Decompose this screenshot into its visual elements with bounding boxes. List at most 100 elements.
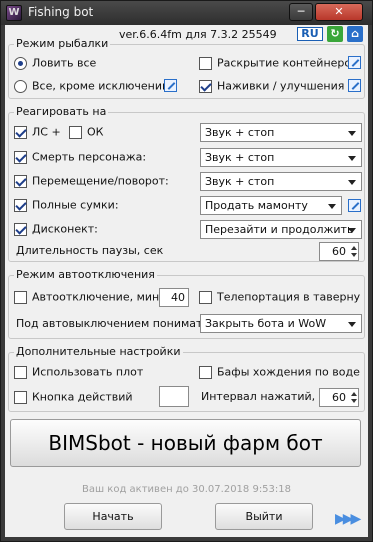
pause-duration-spinner[interactable]: 60 (319, 242, 359, 261)
checkbox-indicator[interactable] (199, 365, 212, 379)
close-button[interactable]: ✕ (315, 3, 363, 21)
ls-action-value: Звук + стоп (205, 126, 275, 139)
bags-label: Полные сумки: (32, 198, 119, 212)
all-except-label: Все, кроме исключений (32, 79, 170, 93)
autooff-group: Режим автоотключения Автоотключение, мин… (8, 268, 365, 339)
react-legend: Реагировать на (14, 105, 109, 118)
pause-duration-value: 60 (332, 245, 346, 258)
chevron-down-icon (348, 131, 356, 136)
disconnect-checkbox[interactable]: Дисконект: (14, 222, 98, 236)
checkbox-indicator[interactable] (14, 174, 27, 188)
teleport-label: Телепортация в таверну (217, 290, 361, 304)
ok-label: ОК (87, 125, 104, 139)
move-label: Перемещение/поворот: (32, 174, 169, 188)
bimsbot-banner-button[interactable]: BIMSbot - новый фарм бот (10, 419, 361, 467)
edit-baits-icon[interactable] (348, 79, 361, 92)
chevron-down-icon (328, 204, 336, 209)
minimize-button[interactable]: ─ (289, 3, 313, 21)
title-bar[interactable]: W Fishing bot ─ ✕ (1, 1, 372, 25)
checkbox-indicator[interactable] (69, 125, 82, 139)
exit-button[interactable]: Выйти (215, 503, 313, 530)
all-except-radio[interactable]: Все, кроме исключений (14, 79, 169, 93)
autooff-legend: Режим автоотключения (14, 268, 157, 281)
fishing-mode-legend: Режим рыбалки (14, 37, 111, 50)
open-containers-checkbox[interactable]: Раскрытие контейнеров (199, 56, 358, 70)
version-text: ver.6.6.4fm для 7.3.2 25549 (119, 28, 277, 41)
action-button-label: Кнопка действий (32, 390, 133, 404)
window-title: Fishing bot (28, 5, 94, 19)
action-key-input[interactable] (159, 386, 189, 407)
checkbox-indicator[interactable] (14, 222, 27, 236)
auto-off-minutes-input[interactable]: 40 (159, 288, 189, 307)
checkbox-indicator[interactable] (14, 125, 27, 139)
spin-up-icon[interactable] (351, 392, 357, 396)
checkbox-indicator[interactable] (14, 390, 27, 404)
app-logo-icon: W (6, 5, 22, 21)
bags-checkbox[interactable]: Полные сумки: (14, 198, 119, 212)
baits-label: Наживки / улучшения (217, 79, 345, 93)
action-button-checkbox[interactable]: Кнопка действий (14, 390, 133, 404)
extra-legend: Дополнительные настройки (14, 345, 183, 358)
spin-down-icon[interactable] (351, 399, 357, 403)
checkbox-indicator[interactable] (199, 290, 212, 304)
move-action-select[interactable]: Звук + стоп (200, 172, 362, 191)
move-action-value: Звук + стоп (205, 175, 275, 188)
spin-up-icon[interactable] (351, 246, 357, 250)
interval-value: 60 (332, 391, 346, 404)
checkbox-indicator[interactable] (14, 150, 27, 164)
bags-action-select[interactable]: Продать мамонту (200, 196, 342, 215)
checkbox-indicator[interactable] (199, 56, 212, 70)
interval-label: Интервал нажатий, с (201, 390, 325, 403)
edit-exceptions-icon[interactable] (164, 79, 177, 92)
disconnect-action-value: Перезайти и продолжить (205, 223, 354, 236)
checkbox-indicator[interactable] (14, 290, 27, 304)
autooff-meaning-label: Под автовыключением понимать (16, 317, 209, 330)
home-icon[interactable]: ⌂ (347, 26, 363, 42)
death-action-select[interactable]: Звук + стоп (200, 148, 362, 167)
chevron-down-icon (348, 322, 356, 327)
checkbox-indicator[interactable] (199, 79, 212, 93)
spin-down-icon[interactable] (351, 253, 357, 257)
chevron-down-icon (348, 156, 356, 161)
water-walk-label: Бафы хождения по воде (217, 365, 360, 379)
refresh-icon[interactable]: ↻ (327, 26, 343, 42)
pause-label: Длительность паузы, сек (16, 244, 164, 257)
edit-bags-icon[interactable] (348, 199, 361, 212)
open-containers-label: Раскрытие контейнеров (217, 56, 358, 70)
checkbox-indicator[interactable] (14, 365, 27, 379)
checkbox-indicator[interactable] (14, 198, 27, 212)
radio-indicator[interactable] (14, 56, 27, 70)
interval-spinner[interactable]: 60 (319, 388, 359, 407)
baits-checkbox[interactable]: Наживки / улучшения (199, 79, 344, 93)
activation-status: Ваш код активен до 30.07.2018 9:53:18 (81, 484, 292, 495)
catch-all-label: Ловить все (32, 56, 97, 70)
ls-checkbox[interactable]: ЛС + (14, 125, 61, 139)
extra-group: Дополнительные настройки Использовать пл… (8, 345, 365, 412)
move-checkbox[interactable]: Перемещение/поворот: (14, 174, 169, 188)
edit-containers-icon[interactable] (348, 56, 361, 69)
disconnect-action-select[interactable]: Перезайти и продолжить (200, 220, 362, 239)
client-area: ver.6.6.4fm для 7.3.2 25549 RU ↻ ⌂ Режим… (5, 25, 368, 537)
ls-action-select[interactable]: Звук + стоп (200, 123, 362, 142)
chevron-down-icon (348, 228, 356, 233)
death-checkbox[interactable]: Смерть персонажа: (14, 150, 146, 164)
ok-checkbox[interactable]: ОК (69, 125, 103, 139)
water-walk-checkbox[interactable]: Бафы хождения по воде (199, 365, 360, 379)
catch-all-radio[interactable]: Ловить все (14, 56, 96, 70)
chevron-down-icon (348, 180, 356, 185)
app-window: W Fishing bot ─ ✕ ver.6.6.4fm для 7.3.2 … (0, 0, 373, 542)
raft-checkbox[interactable]: Использовать плот (14, 365, 143, 379)
auto-off-label: Автоотключение, мин: (32, 290, 163, 304)
teleport-checkbox[interactable]: Телепортация в таверну (199, 290, 360, 304)
death-action-value: Звук + стоп (205, 151, 275, 164)
death-label: Смерть персонажа: (32, 150, 147, 164)
react-group: Реагировать на ЛС + ОК Звук + стоп Смерт… (8, 105, 365, 262)
raft-label: Использовать плот (32, 365, 144, 379)
autooff-meaning-select[interactable]: Закрыть бота и WoW (200, 314, 362, 333)
auto-off-checkbox[interactable]: Автоотключение, мин: (14, 290, 163, 304)
start-button[interactable]: Начать (64, 503, 162, 530)
radio-indicator[interactable] (14, 79, 27, 93)
bags-action-value: Продать мамонту (205, 199, 308, 212)
forward-arrows-icon[interactable]: ▶▶▶ (335, 511, 361, 527)
language-button[interactable]: RU (297, 27, 323, 41)
